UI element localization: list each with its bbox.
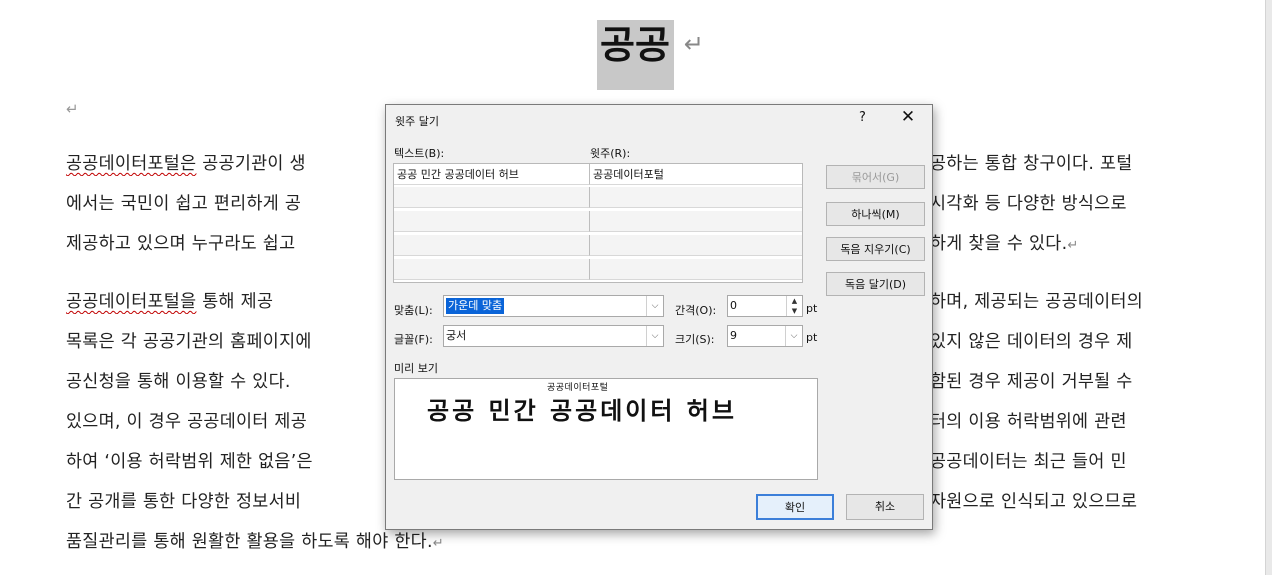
size-dropdown[interactable]: 9 ⌵: [727, 325, 803, 347]
line-left-text: 공신청을 통해 이용할 수 있다.: [66, 372, 291, 392]
line-left-text: 있으며, 이 경우 공공데이터 제공: [66, 412, 308, 432]
line-left-text: 간 공개를 통한 다양한 정보서비: [66, 492, 302, 512]
text-cell[interactable]: [394, 259, 590, 280]
offset-spinner[interactable]: 0 ▲ ▼: [727, 295, 803, 317]
size-unit: pt: [806, 331, 818, 344]
text-cell[interactable]: [394, 211, 590, 232]
ruby-cell[interactable]: [590, 211, 802, 232]
document-title-block: 공공 ↵: [597, 20, 704, 90]
alignment-dropdown[interactable]: 가운데 맞춤 ⌵: [443, 295, 664, 317]
line-left-text: 제공하고 있으며 누구라도 쉽고: [66, 234, 296, 254]
offset-value: 0: [730, 299, 737, 312]
line-right-text: 하게 찾을 수 있다.↵: [930, 234, 1079, 254]
line-text: 품질관리를 통해 원활한 활용을 하도록 해야 한다.: [66, 532, 433, 552]
font-dropdown[interactable]: 궁서 ⌵: [443, 325, 664, 347]
help-icon[interactable]: ?: [859, 110, 866, 125]
document-line[interactable]: 품질관리를 통해 원활한 활용을 하도록 해야 한다.↵: [66, 530, 1206, 556]
mono-button[interactable]: 하나씩(M): [826, 202, 925, 226]
line-right-text: 공하는 통합 창구이다. 포털: [930, 154, 1133, 174]
chevron-down-icon: ⌵: [785, 326, 802, 346]
document-title[interactable]: 공공: [597, 20, 674, 90]
line-right-text: 있지 않은 데이터의 경우 제: [930, 332, 1133, 352]
ruby-cell[interactable]: [590, 259, 802, 280]
chevron-down-icon: ⌵: [646, 296, 663, 316]
line-text: 통해 제공: [196, 292, 274, 312]
paragraph-mark-icon: ↵: [1067, 238, 1079, 253]
ruby-cell[interactable]: [590, 235, 802, 256]
dialog-title: 윗주 달기: [395, 115, 439, 128]
empty-paragraph-mark: ↵: [66, 100, 79, 118]
close-icon[interactable]: ✕: [898, 107, 918, 127]
text-cell[interactable]: [394, 235, 590, 256]
preview-label: 미리 보기: [394, 362, 438, 375]
font-value: 궁서: [446, 329, 467, 342]
spin-arrows-icon[interactable]: ▲ ▼: [786, 296, 802, 316]
clear-ruby-button[interactable]: 독음 지우기(C): [826, 237, 925, 261]
ruby-column-header: 윗주(R):: [590, 147, 631, 160]
alignment-value: 가운데 맞춤: [446, 298, 505, 314]
line-mid-text: 공공기관이 생: [196, 154, 306, 174]
paragraph-mark-icon: ↵: [683, 30, 705, 58]
group-button[interactable]: 묶어서(G): [826, 165, 925, 189]
line-left-text: 에서는 국민이 쉽고 편리하게 공: [66, 194, 302, 214]
preview-base-text: 공공 민간 공공데이터 허브: [427, 396, 737, 425]
ruby-dialog: 윗주 달기 ? ✕ 텍스트(B): 윗주(R): 공공 민간 공공데이터 허브 …: [385, 104, 933, 530]
spellcheck-word: 공공데이터포털을: [66, 292, 197, 312]
ok-button[interactable]: 확인: [756, 494, 834, 520]
default-ruby-button[interactable]: 독음 달기(D): [826, 272, 925, 296]
ruby-cell[interactable]: 공공데이터포털: [590, 164, 802, 185]
line-left-text: 공공데이터포털은: [66, 154, 197, 174]
line-left-text: 하여 ‘이용 허락범위 제한 없음’은: [66, 452, 313, 472]
line-right-text: 터의 이용 허락범위에 관련: [930, 412, 1127, 432]
line-right-text: 함된 경우 제공이 거부될 수: [930, 372, 1133, 392]
preview-box: 공공데이터포털 공공 민간 공공데이터 허브: [394, 378, 818, 480]
chevron-down-icon: ⌵: [646, 326, 663, 346]
size-value: 9: [730, 329, 737, 342]
text-column-header: 텍스트(B):: [394, 147, 445, 160]
line-right-text: 자원으로 인식되고 있으므로: [930, 492, 1138, 512]
text-cell[interactable]: 공공 민간 공공데이터 허브: [394, 164, 590, 185]
line-left-text: 목록은 각 공공기관의 홈페이지에: [66, 332, 312, 352]
line-right-text: 하며, 제공되는 공공데이터의: [930, 292, 1144, 312]
ruby-grid: 공공 민간 공공데이터 허브 공공데이터포털: [393, 163, 803, 283]
size-label: 크기(S):: [675, 333, 715, 346]
cancel-button[interactable]: 취소: [846, 494, 924, 520]
line-right-text: 공공데이터는 최근 들어 민: [930, 452, 1127, 472]
text-cell[interactable]: [394, 187, 590, 208]
font-label: 글꼴(F):: [394, 333, 433, 346]
offset-unit: pt: [806, 302, 818, 315]
line-right-text: 시각화 등 다양한 방식으로: [930, 194, 1127, 214]
alignment-label: 맞춤(L):: [394, 304, 433, 317]
ruby-cell[interactable]: [590, 187, 802, 208]
vertical-scrollbar[interactable]: [1265, 0, 1272, 575]
paragraph-mark-icon: ↵: [432, 536, 444, 551]
offset-label: 간격(O):: [675, 304, 717, 317]
